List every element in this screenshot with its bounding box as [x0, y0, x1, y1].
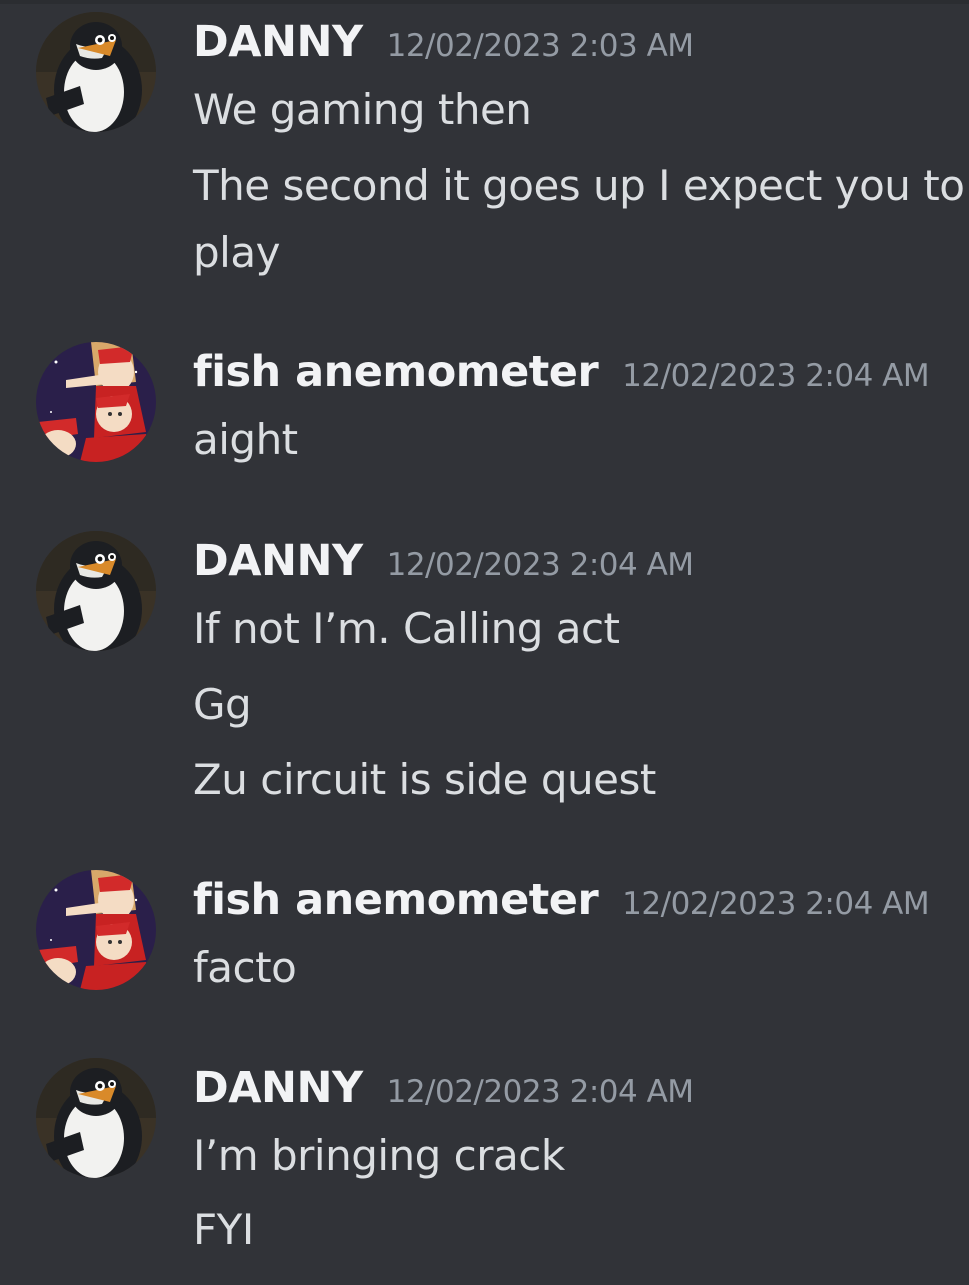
message-text: We gaming then	[193, 85, 532, 134]
message-text: If not I’m. Calling act	[193, 604, 620, 653]
message-text: The second it goes up I expect you to	[193, 161, 965, 210]
message-text: facto	[193, 943, 297, 992]
penguin-avatar[interactable]	[36, 1058, 156, 1178]
message-header: DANNY 12/02/2023 2:04 AM	[193, 531, 694, 591]
username[interactable]: fish anemometer	[193, 875, 599, 925]
penguin-avatar[interactable]	[36, 531, 156, 651]
message-header: fish anemometer 12/02/2023 2:04 AM	[193, 342, 930, 402]
username[interactable]: DANNY	[193, 536, 363, 586]
timestamp: 12/02/2023 2:04 AM	[386, 1074, 694, 1110]
message-header: fish anemometer 12/02/2023 2:04 AM	[193, 870, 930, 930]
anime-santa-avatar[interactable]	[36, 342, 156, 462]
timestamp: 12/02/2023 2:04 AM	[622, 358, 930, 394]
message-text: play	[193, 228, 280, 277]
message-header: DANNY 12/02/2023 2:04 AM	[193, 1058, 694, 1118]
message-text: Gg	[193, 680, 252, 729]
message-text: Zu circuit is side quest	[193, 755, 656, 804]
message-text: aight	[193, 415, 298, 464]
username[interactable]: DANNY	[193, 17, 363, 67]
timestamp: 12/02/2023 2:04 AM	[386, 547, 694, 583]
message-header: DANNY 12/02/2023 2:03 AM	[193, 12, 694, 72]
username[interactable]: fish anemometer	[193, 347, 599, 397]
message-text: I’m bringing crack	[193, 1131, 565, 1180]
penguin-avatar[interactable]	[36, 12, 156, 132]
message-text: FYI	[193, 1205, 254, 1254]
top-divider	[0, 0, 969, 4]
timestamp: 12/02/2023 2:04 AM	[622, 886, 930, 922]
timestamp: 12/02/2023 2:03 AM	[386, 28, 694, 64]
username[interactable]: DANNY	[193, 1063, 363, 1113]
anime-santa-avatar[interactable]	[36, 870, 156, 990]
